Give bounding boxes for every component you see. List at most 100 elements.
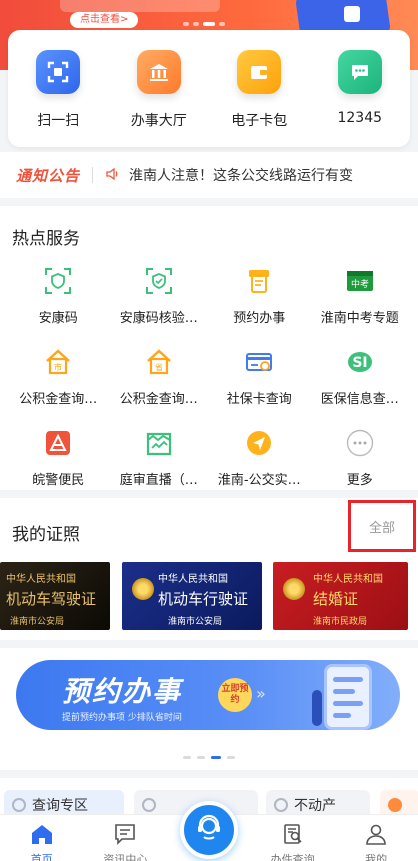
certificate-issuer: 淮南市公安局 [168,617,223,627]
promo-section: 预约办事 立即预约 » 提前预约办事项 少排队省时间 [0,648,418,770]
bus-realtime-icon [242,426,276,460]
medical-insurance-icon: SI [343,345,377,379]
court-live-icon [142,426,176,460]
certificate-issuer: 淮南市公安局 [10,617,65,627]
service-label: 预约办事 [233,311,286,326]
svg-text:中考: 中考 [351,278,369,290]
emblem-icon [132,578,154,600]
user-icon [364,823,388,849]
nav-progress-label: 办件查询 [270,853,315,861]
quick-hall[interactable]: 办事大厅 [114,50,204,130]
service-item[interactable]: 中考 淮南中考专题 [310,264,411,326]
notice-logo: 通知公告 [16,166,81,185]
service-item[interactable]: 省 公积金查询… [109,345,210,407]
query-icon [12,798,26,812]
category-icon [388,798,402,812]
fund-query-2-icon: 省 [142,345,176,379]
nav-home-label: 首页 [30,853,53,861]
phone-illustration [324,664,372,730]
nav-home[interactable]: 首页 [0,815,84,861]
quick-wallet[interactable]: 电子卡包 [214,50,304,130]
nav-profile[interactable]: 我的 [334,815,418,861]
search-doc-icon [281,823,305,849]
service-item[interactable]: 更多 [310,426,411,488]
notice-text[interactable]: 淮南人注意！这条公交线路运行有变 [129,165,379,185]
nav-progress[interactable]: 办件查询 [251,815,335,861]
quick-12345-label: 12345 [337,110,383,126]
notice-bar[interactable]: 通知公告 淮南人注意！这条公交线路运行有变 [0,152,418,198]
service-item[interactable]: 庭审直播（… [109,426,210,488]
quick-scan[interactable]: 扫一扫 [13,50,103,130]
app-screen: 点击查看> 扫一扫 办事大厅 电子卡包 12345 通知公告 淮南人注意！这条公… [0,0,418,861]
service-item[interactable]: 淮南-公交实… [209,426,310,488]
quick-actions: 扫一扫 办事大厅 电子卡包 12345 [8,30,410,147]
category-icon [142,798,156,812]
nav-service-button[interactable] [180,801,238,859]
hot-services-title: 热点服务 [12,229,80,249]
certificate-name: 机动车行驶证 [158,590,249,608]
certificate-name: 结婚证 [313,590,359,608]
service-label: 社保卡查询 [226,392,292,407]
service-label: 皖警便民 [32,473,85,488]
quick-12345[interactable]: 12345 [315,50,405,126]
service-label: 安康码核验… [119,311,198,326]
quick-wallet-label: 电子卡包 [231,113,288,129]
notice-divider [92,167,94,183]
svg-text:省: 省 [155,362,163,372]
nav-profile-label: 我的 [365,853,388,861]
health-code-icon [41,264,75,298]
service-label: 公积金查询… [19,392,98,407]
certificate-country: 中华人民共和国 [6,574,76,585]
service-label: 医保信息查… [320,392,399,407]
certificate-country: 中华人民共和国 [158,574,228,585]
certificate-issuer: 淮南市民政局 [313,617,368,627]
service-item[interactable]: 安康码 [8,264,109,326]
person-illustration [312,690,322,726]
certificate-card[interactable]: 中华人民共和国 机动车驾驶证 淮南市公安局 [0,562,110,630]
quick-hall-label: 办事大厅 [130,113,187,129]
promo-badge[interactable]: 立即预约 [218,678,252,712]
service-item[interactable]: 安康码核验… [109,264,210,326]
service-label: 安康码 [38,311,78,326]
certificates-title: 我的证照 [12,525,80,545]
service-item[interactable]: SI 医保信息查… [310,345,411,407]
emblem-icon [283,578,305,600]
double-chevron-icon: » [256,684,266,703]
banner-button[interactable]: 点击查看> [70,12,139,28]
promo-title: 预约办事 [62,675,183,708]
certificates-row: 中华人民共和国 机动车驾驶证 淮南市公安局 中华人民共和国 机动车行驶证 淮南市… [0,562,418,630]
fund-query-icon: 市 [41,345,75,379]
service-icon [194,813,224,847]
service-item[interactable]: 市 公积金查询… [8,345,109,407]
exam-icon: 中考 [343,264,377,298]
hall-icon [136,50,181,94]
social-card-icon [242,345,276,379]
health-check-icon [142,264,176,298]
more-icon [343,426,377,460]
nav-news[interactable]: 资讯中心 [84,815,168,861]
svg-text:SI: SI [352,355,367,371]
certificate-card[interactable]: 中华人民共和国 机动车行驶证 淮南市公安局 [122,562,262,630]
appointment-icon [242,264,276,298]
banner-illustration-detail [344,6,360,22]
service-item[interactable]: 预约办事 [209,264,310,326]
svg-text:市: 市 [54,362,62,372]
tab-property-label: 不动产 [294,798,336,814]
certificate-name: 机动车驾驶证 [6,590,97,608]
service-label: 淮南中考专题 [320,311,399,326]
quick-scan-label: 扫一扫 [37,113,80,129]
certificate-card[interactable]: 中华人民共和国 结婚证 淮南市民政局 [273,562,408,630]
certificate-country: 中华人民共和国 [313,574,383,585]
promo-subtitle: 提前预约办事项 少排队省时间 [62,713,182,723]
certificates-all-button[interactable]: 全部 [348,500,416,552]
service-label: 庭审直播（… [119,473,198,488]
service-label: 更多 [346,473,373,488]
service-item[interactable]: 皖警便民 [8,426,109,488]
promo-banner[interactable]: 预约办事 立即预约 » 提前预约办事项 少排队省时间 [16,660,400,730]
tab-query-label: 查询专区 [32,798,88,814]
police-icon [41,426,75,460]
nav-news-label: 资讯中心 [103,853,148,861]
service-item[interactable]: 社保卡查询 [209,345,310,407]
promo-pagination [0,756,418,759]
banner-title-shape [60,0,220,12]
